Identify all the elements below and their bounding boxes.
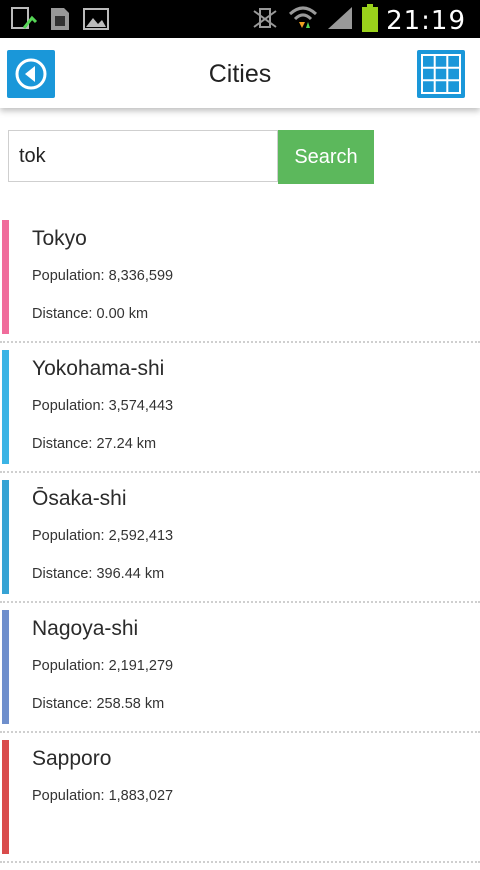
city-color-bar [2,610,9,724]
city-color-bar [2,740,9,854]
city-population: Population: 1,883,027 [32,788,174,804]
search-button[interactable]: Search [278,130,374,184]
page-title: Cities [208,60,272,88]
gallery-icon [82,6,110,37]
city-list-item[interactable]: Nagoya-shi Population: 2,191,279 Distance:… [0,610,480,733]
grid-icon [421,54,461,94]
wifi-icon [288,4,318,37]
city-distance: Distance: 258.58 km [32,696,165,712]
city-population: Population: 2,592,413 [32,528,174,544]
battery-icon [362,4,379,37]
city-distance: Distance: 396.44 km [32,566,165,582]
city-name: Ōsaka-shi [32,487,127,510]
city-color-bar [2,220,9,334]
city-population: Population: 8,336,599 [32,268,174,284]
city-list-item[interactable]: Ōsaka-shi Population: 2,592,413 Distance: … [0,480,480,603]
city-list-item[interactable]: Tokyo Population: 8,336,599 Distance: 0.00… [0,220,480,343]
status-time: 21:19 [386,5,466,36]
city-list: Tokyo Population: 8,336,599 Distance: 0.00… [0,220,480,870]
grid-menu-button[interactable] [417,50,465,98]
city-color-bar [2,480,9,594]
city-color-bar [2,350,9,464]
search-input[interactable] [8,130,278,182]
city-name: Sapporo [32,747,112,770]
sim-card-icon [48,6,72,37]
city-population: Population: 2,191,279 [32,658,174,674]
city-distance: Distance: 0.00 km [32,306,149,322]
city-name: Yokohama-shi [32,357,165,380]
vibrate-icon [250,5,280,36]
city-list-item[interactable]: Sapporo Population: 1,883,027 [0,740,480,863]
city-list-item[interactable]: Yokohama-shi Population: 3,574,443 Distanc… [0,350,480,473]
city-distance: Distance: 27.24 km [32,436,157,452]
city-name: Nagoya-shi [32,617,139,640]
status-bar: 21:19 [0,0,480,38]
upload-notification-icon [10,6,38,37]
signal-icon [326,5,354,36]
city-population: Population: 3,574,443 [32,398,174,414]
app-bar: Cities [0,38,480,108]
city-name: Tokyo [32,227,87,250]
